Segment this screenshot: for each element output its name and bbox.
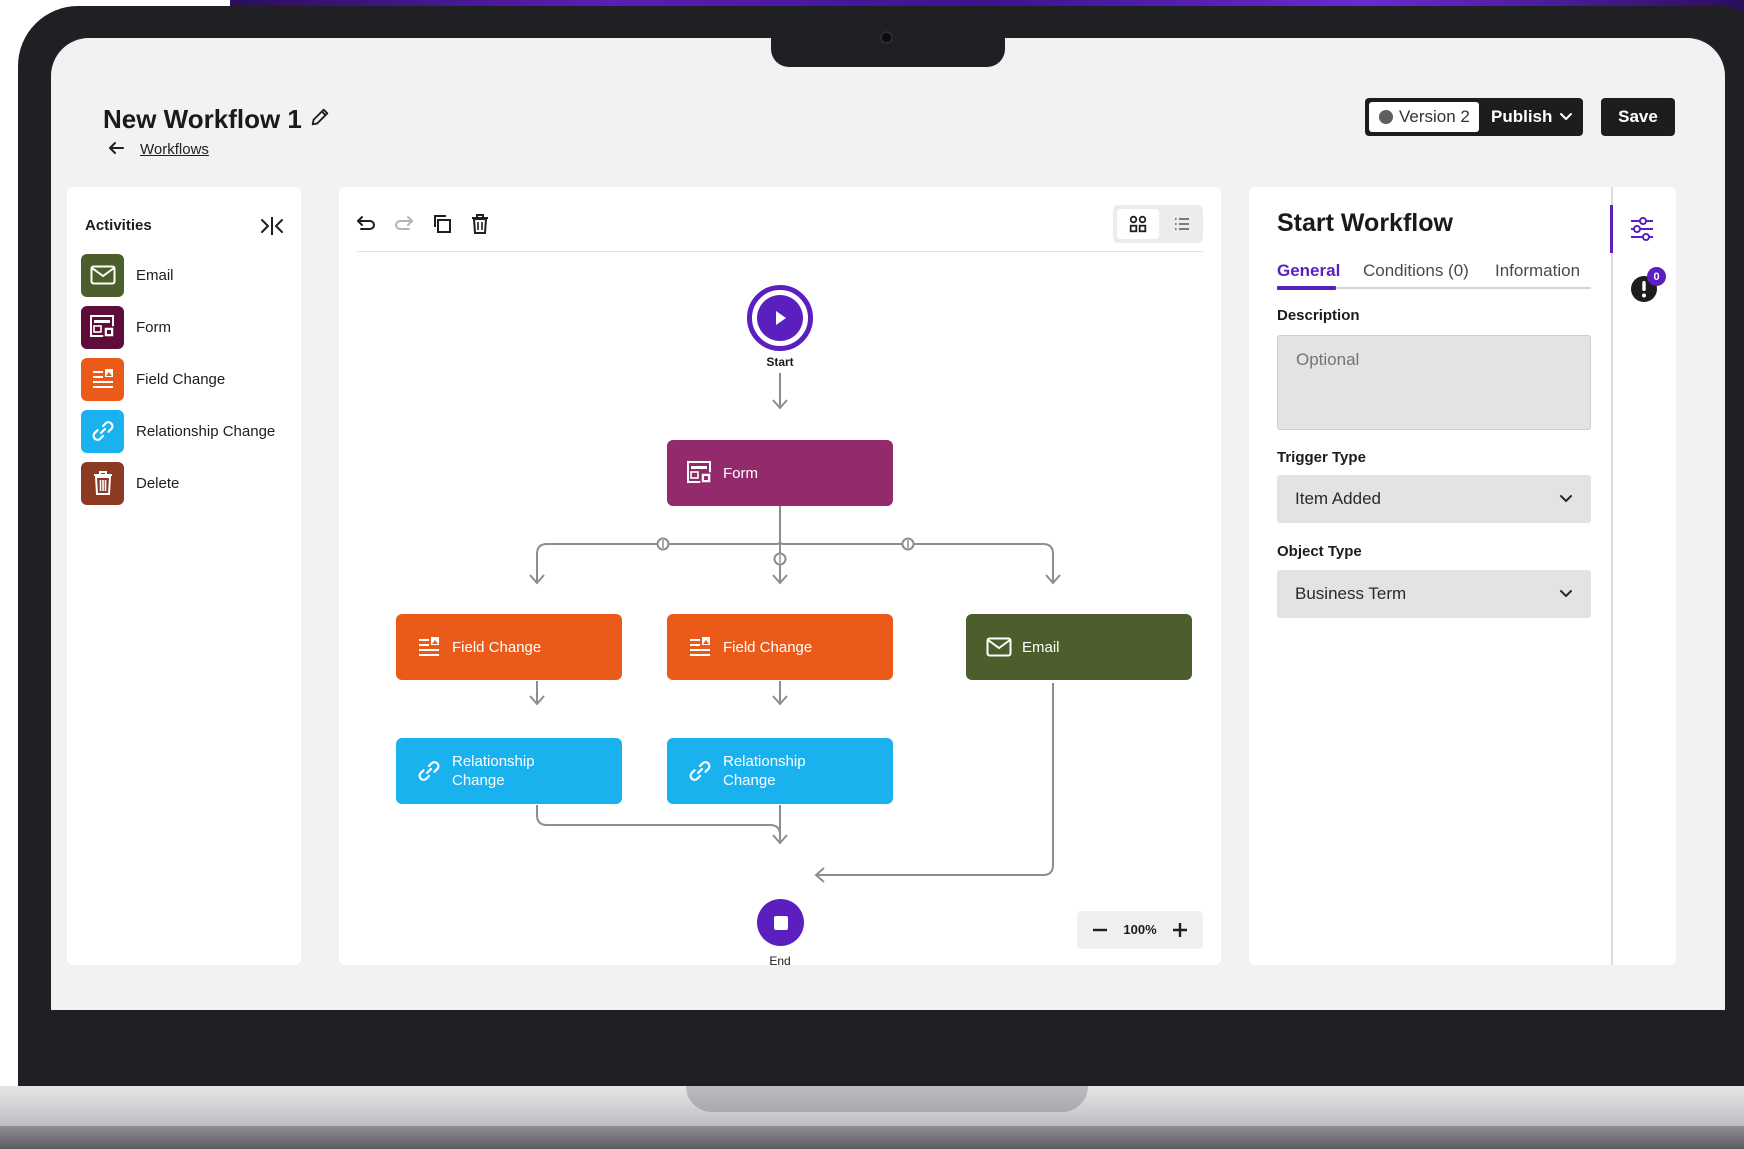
zoom-out-button[interactable] bbox=[1089, 919, 1111, 941]
activity-email[interactable]: Email bbox=[81, 253, 291, 297]
object-type-select[interactable]: Business Term bbox=[1277, 570, 1591, 618]
collapse-panel-icon[interactable] bbox=[259, 215, 285, 237]
app-screen: New Workflow 1 Workflows Version 2 Publi… bbox=[51, 38, 1725, 1010]
link-icon bbox=[416, 758, 442, 784]
start-node[interactable] bbox=[747, 285, 813, 351]
form-node[interactable]: Form bbox=[667, 440, 893, 506]
minus-icon bbox=[1093, 928, 1107, 932]
side-rail-divider bbox=[1611, 187, 1613, 965]
description-field[interactable] bbox=[1277, 335, 1591, 430]
trash-icon bbox=[81, 461, 124, 505]
trigger-type-select[interactable]: Item Added bbox=[1277, 475, 1591, 523]
field-change-icon bbox=[81, 357, 124, 401]
end-label: End bbox=[769, 954, 791, 968]
node-label: Form bbox=[723, 464, 758, 482]
activity-label: Email bbox=[136, 266, 174, 284]
chevron-down-icon[interactable] bbox=[1559, 111, 1573, 123]
version-publish-group: Version 2 Publish bbox=[1365, 98, 1583, 136]
object-type-label: Object Type bbox=[1277, 543, 1362, 560]
field-change-node-2[interactable]: Field Change bbox=[667, 614, 893, 680]
node-label: Field Change bbox=[452, 638, 542, 656]
field-change-icon bbox=[416, 634, 442, 660]
tab-active-indicator bbox=[1277, 286, 1336, 290]
tab-conditions[interactable]: Conditions (0) bbox=[1363, 261, 1469, 281]
link-icon bbox=[81, 409, 124, 453]
activity-relationship-change[interactable]: Relationship Change bbox=[81, 409, 291, 453]
field-change-node-1[interactable]: Field Change bbox=[396, 614, 622, 680]
chevron-down-icon bbox=[1560, 590, 1572, 597]
activity-label: Relationship Change bbox=[136, 422, 276, 440]
activities-panel: Activities Email Form Field Change Relat… bbox=[67, 187, 301, 965]
publish-button[interactable]: Publish bbox=[1491, 98, 1552, 136]
activity-label: Form bbox=[136, 318, 171, 336]
settings-sliders-icon[interactable] bbox=[1628, 215, 1656, 243]
zoom-level: 100% bbox=[1123, 922, 1157, 937]
alert-count-badge: 0 bbox=[1647, 267, 1666, 286]
form-icon bbox=[81, 305, 124, 349]
form-icon bbox=[687, 460, 713, 486]
camera-icon bbox=[880, 31, 893, 44]
link-icon bbox=[687, 758, 713, 784]
trigger-type-label: Trigger Type bbox=[1277, 449, 1366, 466]
zoom-in-button[interactable] bbox=[1169, 919, 1191, 941]
activities-title: Activities bbox=[85, 217, 152, 234]
trigger-type-value: Item Added bbox=[1295, 489, 1382, 508]
edit-title-icon[interactable] bbox=[309, 106, 331, 128]
tab-general[interactable]: General bbox=[1277, 261, 1340, 281]
stop-icon bbox=[773, 915, 788, 930]
play-icon bbox=[757, 295, 803, 341]
activity-field-change[interactable]: Field Change bbox=[81, 357, 291, 401]
inspector-title: Start Workflow bbox=[1277, 209, 1453, 237]
activity-delete[interactable]: Delete bbox=[81, 461, 291, 505]
activity-label: Delete bbox=[136, 474, 180, 492]
back-arrow-icon[interactable] bbox=[106, 138, 126, 158]
envelope-icon bbox=[81, 253, 124, 297]
node-label: Relationship Change bbox=[452, 753, 535, 789]
chevron-down-icon bbox=[1560, 495, 1572, 502]
activity-form[interactable]: Form bbox=[81, 305, 291, 349]
node-label: Email bbox=[1022, 638, 1060, 656]
breadcrumb-workflows[interactable]: Workflows bbox=[140, 141, 209, 158]
node-label: Relationship Change bbox=[723, 753, 806, 789]
activity-label: Field Change bbox=[136, 370, 226, 388]
version-selector[interactable]: Version 2 bbox=[1369, 102, 1479, 132]
envelope-icon bbox=[986, 634, 1012, 660]
side-rail-active-indicator bbox=[1610, 205, 1613, 253]
plus-icon bbox=[1173, 923, 1187, 937]
version-label: Version 2 bbox=[1399, 107, 1470, 126]
save-button[interactable]: Save bbox=[1601, 98, 1675, 136]
laptop-base-edge bbox=[0, 1126, 1744, 1149]
relationship-change-node-2[interactable]: Relationship Change bbox=[667, 738, 893, 804]
workflow-canvas: Start Form Field Change Field Change Ema… bbox=[339, 187, 1221, 968]
zoom-control: 100% bbox=[1077, 911, 1203, 949]
field-change-icon bbox=[687, 634, 713, 660]
object-type-value: Business Term bbox=[1295, 584, 1407, 603]
relationship-change-node-1[interactable]: Relationship Change bbox=[396, 738, 622, 804]
end-node[interactable] bbox=[757, 899, 804, 946]
email-node[interactable]: Email bbox=[966, 614, 1192, 680]
start-label: Start bbox=[766, 355, 794, 369]
description-label: Description bbox=[1277, 307, 1360, 324]
inspector-panel: Start Workflow General Conditions (0) In… bbox=[1249, 187, 1676, 965]
node-label: Field Change bbox=[723, 638, 813, 656]
page-title: New Workflow 1 bbox=[103, 104, 302, 134]
tab-information[interactable]: Information bbox=[1495, 261, 1580, 281]
version-status-dot bbox=[1379, 110, 1393, 124]
laptop-hinge bbox=[686, 1086, 1088, 1112]
